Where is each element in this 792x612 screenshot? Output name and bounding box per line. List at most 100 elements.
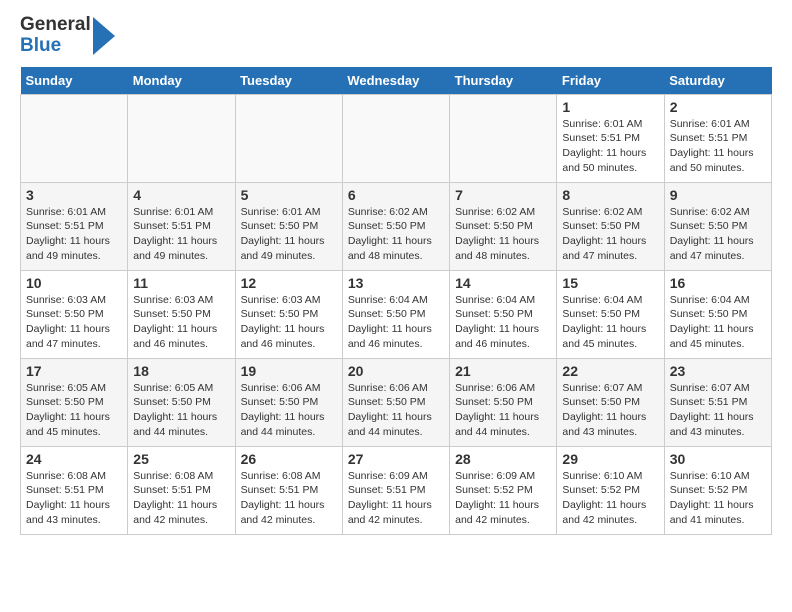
calendar-cell: 28 Sunrise: 6:09 AM Sunset: 5:52 PM Dayli… (450, 446, 557, 534)
day-number: 15 (562, 275, 658, 291)
day-info: Sunrise: 6:01 AM Sunset: 5:51 PM Dayligh… (562, 117, 658, 176)
calendar-cell: 27 Sunrise: 6:09 AM Sunset: 5:51 PM Dayli… (342, 446, 449, 534)
day-number: 18 (133, 363, 229, 379)
calendar-cell: 21Sunrise: 6:06 AM Sunset: 5:50 PM Dayli… (450, 358, 557, 446)
calendar-cell: 3 Sunrise: 6:01 AM Sunset: 5:51 PM Daylig… (21, 182, 128, 270)
calendar-cell: 26Sunrise: 6:08 AM Sunset: 5:51 PM Dayli… (235, 446, 342, 534)
calendar-cell: 13Sunrise: 6:04 AM Sunset: 5:50 PM Dayli… (342, 270, 449, 358)
calendar-cell: 10 Sunrise: 6:03 AM Sunset: 5:50 PM Dayli… (21, 270, 128, 358)
calendar-cell: 11 Sunrise: 6:03 AM Sunset: 5:50 PM Dayli… (128, 270, 235, 358)
day-info: Sunrise: 6:02 AM Sunset: 5:50 PM Dayligh… (562, 205, 658, 264)
logo-general: General (20, 15, 91, 36)
calendar-cell: 8Sunrise: 6:02 AM Sunset: 5:50 PM Daylig… (557, 182, 664, 270)
calendar-cell: 24Sunrise: 6:08 AM Sunset: 5:51 PM Dayli… (21, 446, 128, 534)
day-number: 11 (133, 275, 229, 291)
day-info: Sunrise: 6:10 AM Sunset: 5:52 PM Dayligh… (562, 469, 658, 528)
calendar-cell: 30 Sunrise: 6:10 AM Sunset: 5:52 PM Dayli… (664, 446, 771, 534)
day-info: Sunrise: 6:09 AM Sunset: 5:51 PM Dayligh… (348, 469, 444, 528)
calendar-cell: 20 Sunrise: 6:06 AM Sunset: 5:50 PM Dayli… (342, 358, 449, 446)
day-number: 28 (455, 451, 551, 467)
day-number: 9 (670, 187, 766, 203)
day-number: 4 (133, 187, 229, 203)
day-info: Sunrise: 6:06 AM Sunset: 5:50 PM Dayligh… (348, 381, 444, 440)
logo: General Blue (20, 15, 115, 57)
calendar-cell (235, 94, 342, 182)
calendar-header-row: SundayMondayTuesdayWednesdayThursdayFrid… (21, 67, 772, 95)
calendar-week-row: 10 Sunrise: 6:03 AM Sunset: 5:50 PM Dayli… (21, 270, 772, 358)
day-number: 16 (670, 275, 766, 291)
day-info: Sunrise: 6:02 AM Sunset: 5:50 PM Dayligh… (455, 205, 551, 264)
day-number: 14 (455, 275, 551, 291)
calendar-cell: 9 Sunrise: 6:02 AM Sunset: 5:50 PM Daylig… (664, 182, 771, 270)
day-number: 17 (26, 363, 122, 379)
day-number: 22 (562, 363, 658, 379)
calendar-cell: 2 Sunrise: 6:01 AM Sunset: 5:51 PM Daylig… (664, 94, 771, 182)
page-header: General Blue (20, 15, 772, 57)
day-number: 20 (348, 363, 444, 379)
day-number: 2 (670, 99, 766, 115)
calendar-header-wednesday: Wednesday (342, 67, 449, 95)
calendar-cell (21, 94, 128, 182)
day-info: Sunrise: 6:03 AM Sunset: 5:50 PM Dayligh… (241, 293, 337, 352)
calendar-header-monday: Monday (128, 67, 235, 95)
calendar-cell: 19Sunrise: 6:06 AM Sunset: 5:50 PM Dayli… (235, 358, 342, 446)
day-info: Sunrise: 6:09 AM Sunset: 5:52 PM Dayligh… (455, 469, 551, 528)
day-info: Sunrise: 6:04 AM Sunset: 5:50 PM Dayligh… (562, 293, 658, 352)
day-info: Sunrise: 6:04 AM Sunset: 5:50 PM Dayligh… (670, 293, 766, 352)
day-number: 5 (241, 187, 337, 203)
day-number: 26 (241, 451, 337, 467)
day-number: 27 (348, 451, 444, 467)
calendar-cell: 23 Sunrise: 6:07 AM Sunset: 5:51 PM Dayli… (664, 358, 771, 446)
day-info: Sunrise: 6:04 AM Sunset: 5:50 PM Dayligh… (348, 293, 444, 352)
calendar-header-friday: Friday (557, 67, 664, 95)
logo-blue: Blue (20, 36, 91, 57)
day-number: 23 (670, 363, 766, 379)
day-number: 6 (348, 187, 444, 203)
calendar-cell: 12Sunrise: 6:03 AM Sunset: 5:50 PM Dayli… (235, 270, 342, 358)
day-info: Sunrise: 6:05 AM Sunset: 5:50 PM Dayligh… (26, 381, 122, 440)
day-info: Sunrise: 6:07 AM Sunset: 5:51 PM Dayligh… (670, 381, 766, 440)
calendar-cell: 14 Sunrise: 6:04 AM Sunset: 5:50 PM Dayli… (450, 270, 557, 358)
calendar-week-row: 1 Sunrise: 6:01 AM Sunset: 5:51 PM Daylig… (21, 94, 772, 182)
calendar-header-thursday: Thursday (450, 67, 557, 95)
calendar-cell: 29 Sunrise: 6:10 AM Sunset: 5:52 PM Dayli… (557, 446, 664, 534)
day-number: 29 (562, 451, 658, 467)
calendar-cell: 18 Sunrise: 6:05 AM Sunset: 5:50 PM Dayli… (128, 358, 235, 446)
day-info: Sunrise: 6:08 AM Sunset: 5:51 PM Dayligh… (133, 469, 229, 528)
calendar-cell: 25 Sunrise: 6:08 AM Sunset: 5:51 PM Dayli… (128, 446, 235, 534)
day-number: 10 (26, 275, 122, 291)
day-info: Sunrise: 6:08 AM Sunset: 5:51 PM Dayligh… (26, 469, 122, 528)
day-number: 7 (455, 187, 551, 203)
day-number: 25 (133, 451, 229, 467)
day-number: 30 (670, 451, 766, 467)
day-info: Sunrise: 6:04 AM Sunset: 5:50 PM Dayligh… (455, 293, 551, 352)
day-info: Sunrise: 6:01 AM Sunset: 5:51 PM Dayligh… (26, 205, 122, 264)
day-number: 1 (562, 99, 658, 115)
day-info: Sunrise: 6:03 AM Sunset: 5:50 PM Dayligh… (133, 293, 229, 352)
calendar-cell: 7 Sunrise: 6:02 AM Sunset: 5:50 PM Daylig… (450, 182, 557, 270)
logo-display: General Blue (20, 15, 115, 57)
day-number: 3 (26, 187, 122, 203)
calendar-cell: 6Sunrise: 6:02 AM Sunset: 5:50 PM Daylig… (342, 182, 449, 270)
calendar-week-row: 3 Sunrise: 6:01 AM Sunset: 5:51 PM Daylig… (21, 182, 772, 270)
calendar-cell (450, 94, 557, 182)
calendar-week-row: 17 Sunrise: 6:05 AM Sunset: 5:50 PM Dayli… (21, 358, 772, 446)
page-container: General Blue SundayMondayTuesdayWednesda… (0, 0, 792, 545)
calendar-header-sunday: Sunday (21, 67, 128, 95)
calendar-cell: 22 Sunrise: 6:07 AM Sunset: 5:50 PM Dayli… (557, 358, 664, 446)
day-info: Sunrise: 6:07 AM Sunset: 5:50 PM Dayligh… (562, 381, 658, 440)
calendar-week-row: 24Sunrise: 6:08 AM Sunset: 5:51 PM Dayli… (21, 446, 772, 534)
calendar-cell: 15 Sunrise: 6:04 AM Sunset: 5:50 PM Dayli… (557, 270, 664, 358)
day-info: Sunrise: 6:05 AM Sunset: 5:50 PM Dayligh… (133, 381, 229, 440)
day-number: 19 (241, 363, 337, 379)
day-number: 21 (455, 363, 551, 379)
calendar-cell: 17 Sunrise: 6:05 AM Sunset: 5:50 PM Dayli… (21, 358, 128, 446)
calendar-header-tuesday: Tuesday (235, 67, 342, 95)
day-info: Sunrise: 6:10 AM Sunset: 5:52 PM Dayligh… (670, 469, 766, 528)
day-info: Sunrise: 6:03 AM Sunset: 5:50 PM Dayligh… (26, 293, 122, 352)
calendar-cell: 4Sunrise: 6:01 AM Sunset: 5:51 PM Daylig… (128, 182, 235, 270)
day-info: Sunrise: 6:01 AM Sunset: 5:51 PM Dayligh… (670, 117, 766, 176)
logo-arrow-icon (93, 17, 115, 55)
calendar-table: SundayMondayTuesdayWednesdayThursdayFrid… (20, 67, 772, 535)
day-info: Sunrise: 6:02 AM Sunset: 5:50 PM Dayligh… (670, 205, 766, 264)
